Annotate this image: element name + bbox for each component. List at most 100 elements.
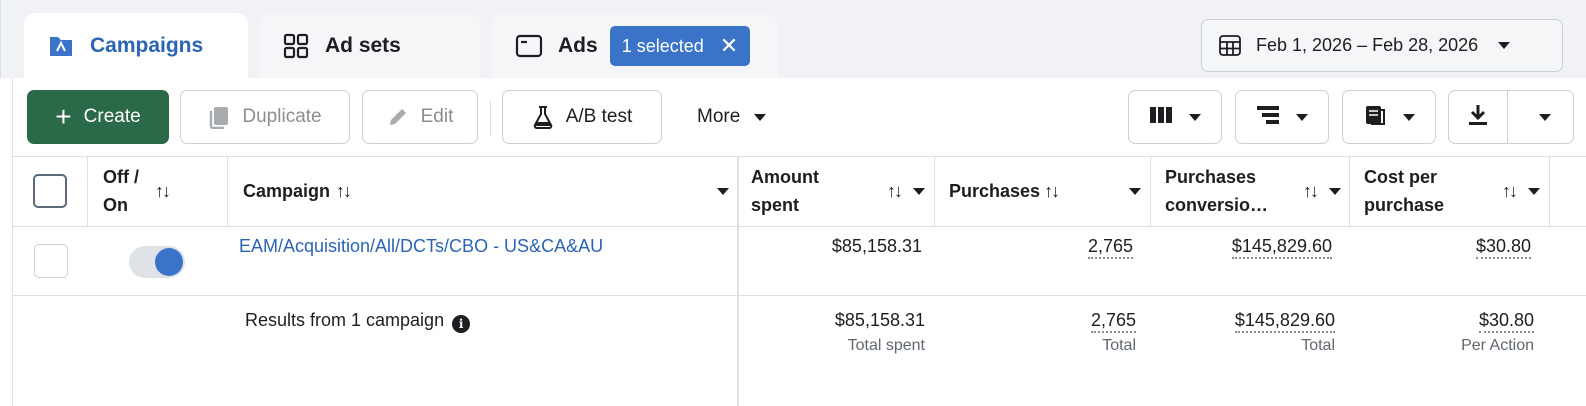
summary-purchases-conversion-value[interactable]: $145,829.60 — [1234, 310, 1335, 333]
purchases-header-label: Purchases — [949, 181, 1041, 201]
edit-label: Edit — [420, 106, 454, 127]
create-button[interactable]: + Create — [27, 90, 169, 144]
chevron-down-icon — [1538, 113, 1551, 121]
chevron-down-icon — [1498, 42, 1511, 49]
duplicate-button[interactable]: Duplicate — [180, 90, 350, 144]
summary-amount-spent-sub: Total spent — [847, 337, 925, 354]
chevron-down-icon[interactable] — [1329, 187, 1341, 195]
summary-amount-spent-value: $85,158.31 — [834, 310, 925, 330]
cost-per-purchase-line1: Cost per — [1364, 167, 1438, 187]
breakdown-icon — [1256, 104, 1280, 131]
column-header-off-on[interactable]: Off / On ↑↓ — [103, 156, 223, 226]
divider — [13, 295, 1586, 296]
export-menu-button[interactable] — [1507, 91, 1565, 143]
campaign-toggle[interactable] — [129, 246, 185, 278]
row-purchases-conversion[interactable]: $145,829.60 — [1165, 236, 1332, 259]
more-dropdown[interactable]: More — [697, 90, 767, 144]
summary-purchases-sub: Total — [1102, 337, 1136, 354]
off-on-line1: Off / — [103, 167, 139, 187]
summary-purchases: 2,765 Total — [949, 310, 1136, 355]
off-on-line2: On — [103, 195, 128, 215]
summary-label-text: Results from 1 campaign — [245, 310, 445, 330]
export-button-group — [1448, 90, 1574, 144]
reports-icon — [1363, 103, 1387, 132]
column-header-campaign[interactable]: Campaign ↑↓ — [243, 156, 733, 226]
columns-icon — [1149, 105, 1173, 130]
duplicate-icon — [208, 105, 230, 129]
date-range-picker[interactable]: Feb 1, 2026 – Feb 28, 2026 — [1201, 19, 1563, 72]
summary-purchases-conversion-sub: Total — [1301, 337, 1335, 354]
sort-icon[interactable]: ↑↓ — [887, 177, 903, 205]
row-cost-per-purchase-value: $30.80 — [1475, 236, 1531, 259]
chevron-down-icon[interactable] — [1129, 187, 1141, 195]
tab-campaigns[interactable]: Campaigns — [24, 13, 248, 79]
divider — [1349, 156, 1350, 226]
divider — [934, 156, 935, 226]
row-amount-spent: $85,158.31 — [831, 236, 922, 256]
toggle-knob — [155, 248, 183, 276]
divider — [227, 156, 228, 226]
summary-cost-per-purchase-sub: Per Action — [1461, 337, 1534, 354]
divider — [1150, 156, 1151, 226]
sort-icon[interactable]: ↑↓ — [1502, 177, 1518, 205]
column-header-purchases[interactable]: Purchases ↑↓ — [949, 156, 1145, 226]
ab-test-label: A/B test — [565, 106, 633, 127]
chevron-down-icon — [1403, 113, 1415, 121]
grid-icon — [281, 31, 311, 61]
download-icon — [1467, 103, 1489, 132]
select-all-checkbox[interactable] — [33, 174, 67, 208]
sort-icon[interactable]: ↑↓ — [1303, 177, 1319, 205]
info-icon[interactable]: i — [452, 315, 471, 333]
row-checkbox[interactable] — [34, 244, 68, 278]
selected-count: 1 selected — [621, 35, 704, 56]
ab-test-button[interactable]: A/B test — [502, 90, 662, 144]
off-on-label: Off / On — [103, 163, 139, 219]
chevron-down-icon[interactable] — [913, 187, 925, 195]
purchases-conversion-line2: conversio… — [1165, 195, 1269, 215]
chevron-down-icon[interactable] — [717, 187, 729, 195]
toolbar-divider — [490, 100, 491, 136]
summary-purchases-conversion: $145,829.60 Total — [1165, 310, 1335, 355]
sort-icon[interactable]: ↑↓ — [1044, 177, 1060, 205]
cost-per-purchase-label: Cost per purchase — [1364, 163, 1444, 219]
cost-per-purchase-line2: purchase — [1364, 195, 1445, 215]
tab-ad-sets[interactable]: Ad sets — [259, 13, 481, 79]
selected-pill[interactable]: 1 selected ✕ — [609, 26, 751, 66]
summary-label: Results from 1 campaign i — [245, 310, 471, 333]
column-header-amount-spent[interactable]: Amount spent ↑↓ — [751, 156, 929, 226]
calendar-icon — [1218, 33, 1244, 59]
sort-icon[interactable]: ↑↓ — [155, 177, 171, 205]
close-icon[interactable]: ✕ — [720, 35, 738, 57]
campaign-name-link[interactable]: EAM/Acquisition/All/DCTs/CBO - US&CA&AU — [239, 236, 603, 257]
sort-icon[interactable]: ↑↓ — [336, 177, 352, 205]
summary-cost-per-purchase-value[interactable]: $30.80 — [1478, 310, 1534, 333]
edit-button[interactable]: Edit — [362, 90, 478, 144]
purchases-conversion-label: Purchases conversio… — [1165, 163, 1268, 219]
purchases-conversion-line1: Purchases — [1165, 167, 1257, 187]
summary-purchases-value[interactable]: 2,765 — [1090, 310, 1136, 333]
row-cost-per-purchase[interactable]: $30.80 — [1364, 236, 1531, 259]
more-label: More — [697, 106, 741, 127]
date-range-label: Feb 1, 2026 – Feb 28, 2026 — [1256, 35, 1479, 55]
row-purchases[interactable]: 2,765 — [949, 236, 1133, 259]
column-header-purchases-conversion[interactable]: Purchases conversio… ↑↓ — [1165, 156, 1345, 226]
chevron-down-icon[interactable] — [1528, 187, 1540, 195]
toolbar: + Create Duplicate Edit A/B test More — [12, 78, 1586, 156]
columns-button[interactable] — [1128, 90, 1222, 144]
divider — [1549, 156, 1550, 226]
tab-ads[interactable]: Ads 1 selected ✕ — [492, 13, 778, 79]
export-button[interactable] — [1449, 91, 1507, 143]
ad-window-icon — [514, 31, 544, 61]
row-purchases-conversion-value: $145,829.60 — [1231, 236, 1332, 259]
campaigns-table: Off / On ↑↓ Campaign ↑↓ Amount spent ↑↓ … — [12, 156, 1586, 406]
summary-amount-spent: $85,158.31 Total spent — [751, 310, 925, 355]
plus-icon: + — [55, 101, 72, 132]
flask-icon — [532, 105, 554, 129]
chevron-down-icon — [1296, 113, 1308, 121]
divider — [13, 226, 1586, 227]
column-header-cost-per-purchase[interactable]: Cost per purchase ↑↓ — [1364, 156, 1544, 226]
amount-spent-line1: Amount — [751, 167, 819, 187]
amount-spent-label: Amount spent — [751, 163, 819, 219]
reports-button[interactable] — [1342, 90, 1436, 144]
breakdown-button[interactable] — [1235, 90, 1329, 144]
